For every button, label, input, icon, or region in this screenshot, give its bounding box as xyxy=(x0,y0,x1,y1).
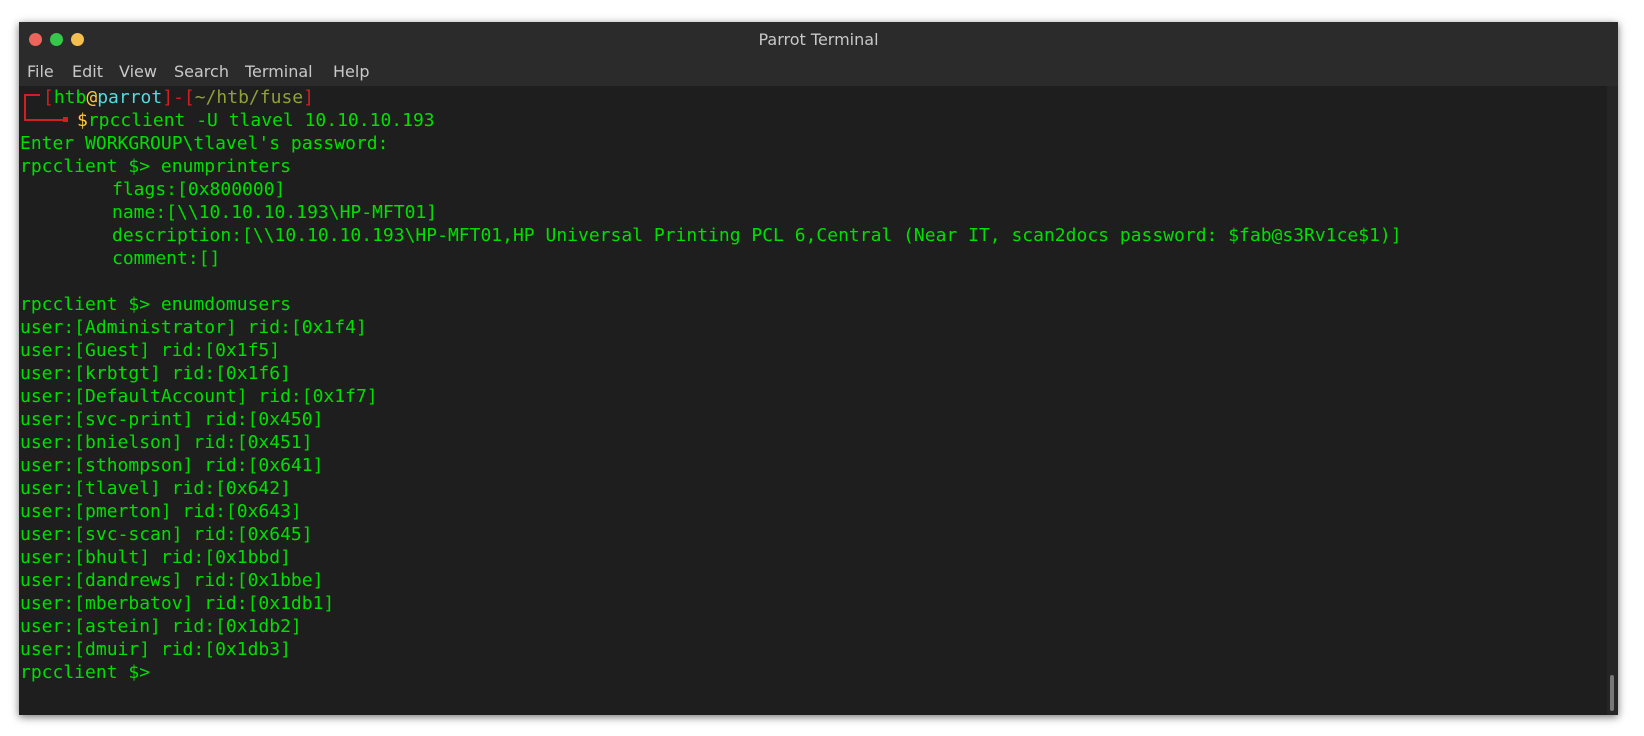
menu-search[interactable]: Search xyxy=(174,58,229,86)
window-title: Parrot Terminal xyxy=(758,30,879,49)
terminal-window: Parrot Terminal File Edit View Search Te… xyxy=(19,22,1618,715)
user-row: user:[pmerton] rid:[0x643] xyxy=(20,501,302,522)
menu-help[interactable]: Help xyxy=(333,58,369,86)
user-row: user:[svc-scan] rid:[0x645] xyxy=(20,524,313,545)
menu-bar: File Edit View Search Terminal Help xyxy=(19,58,1618,86)
prompt-end: ] xyxy=(303,87,314,108)
title-bar[interactable]: Parrot Terminal xyxy=(19,22,1618,58)
prompt-line: [htb@parrot]-[~/htb/fuse] xyxy=(43,86,314,109)
prompt-host: parrot xyxy=(97,87,163,108)
password-prompt: Enter WORKGROUP\tlavel's password: xyxy=(20,133,389,154)
user-row: user:[bnielson] rid:[0x451] xyxy=(20,432,313,453)
user-row: user:[sthompson] rid:[0x641] xyxy=(20,455,324,476)
menu-view[interactable]: View xyxy=(119,58,157,86)
enumdomusers-command: rpcclient $> enumdomusers xyxy=(20,294,291,315)
printer-name: name:[\\10.10.10.193\HP-MFT01] xyxy=(112,202,438,223)
prompt-at: @ xyxy=(86,87,98,108)
user-row: user:[DefaultAccount] rid:[0x1f7] xyxy=(20,386,378,407)
user-row: user:[krbtgt] rid:[0x1f6] xyxy=(20,363,291,384)
prompt-bracket-arrow xyxy=(63,117,68,122)
user-row: user:[astein] rid:[0x1db2] xyxy=(20,616,302,637)
user-row: user:[Guest] rid:[0x1f5] xyxy=(20,340,281,361)
final-prompt: rpcclient $> xyxy=(20,662,151,683)
scrollbar[interactable] xyxy=(1607,86,1618,715)
user-row: user:[dandrews] rid:[0x1bbe] xyxy=(20,570,324,591)
enumprinters-command: rpcclient $> enumprinters xyxy=(20,156,291,177)
command-line: $rpcclient -U tlavel 10.10.10.193 xyxy=(77,109,435,132)
user-row: user:[mberbatov] rid:[0x1db1] xyxy=(20,593,335,614)
prompt-bracket-tail xyxy=(24,119,64,121)
menu-file[interactable]: File xyxy=(27,58,54,86)
user-row: user:[tlavel] rid:[0x642] xyxy=(20,478,291,499)
prompt-path: ~/htb/fuse xyxy=(194,87,304,108)
command-text: rpcclient -U tlavel 10.10.10.193 xyxy=(87,110,435,131)
printer-comment: comment:[] xyxy=(112,248,221,269)
prompt-user: htb xyxy=(53,87,87,108)
user-row: user:[bhult] rid:[0x1bbd] xyxy=(20,547,291,568)
prompt-bracket-decoration xyxy=(24,94,40,121)
menu-terminal[interactable]: Terminal xyxy=(245,58,313,86)
user-row: user:[Administrator] rid:[0x1f4] xyxy=(20,317,367,338)
prompt-separator: ]-[ xyxy=(162,87,195,108)
user-row: user:[svc-print] rid:[0x450] xyxy=(20,409,324,430)
prompt-open: [ xyxy=(43,87,54,108)
scrollbar-thumb[interactable] xyxy=(1610,675,1614,711)
printer-description: description:[\\10.10.10.193\HP-MFT01,HP … xyxy=(112,225,1402,246)
printer-flags: flags:[0x800000] xyxy=(112,179,286,200)
terminal-output[interactable]: [htb@parrot]-[~/htb/fuse] $rpcclient -U … xyxy=(19,86,1607,715)
prompt-dollar: $ xyxy=(77,110,88,131)
menu-edit[interactable]: Edit xyxy=(72,58,103,86)
user-row: user:[dmuir] rid:[0x1db3] xyxy=(20,639,291,660)
